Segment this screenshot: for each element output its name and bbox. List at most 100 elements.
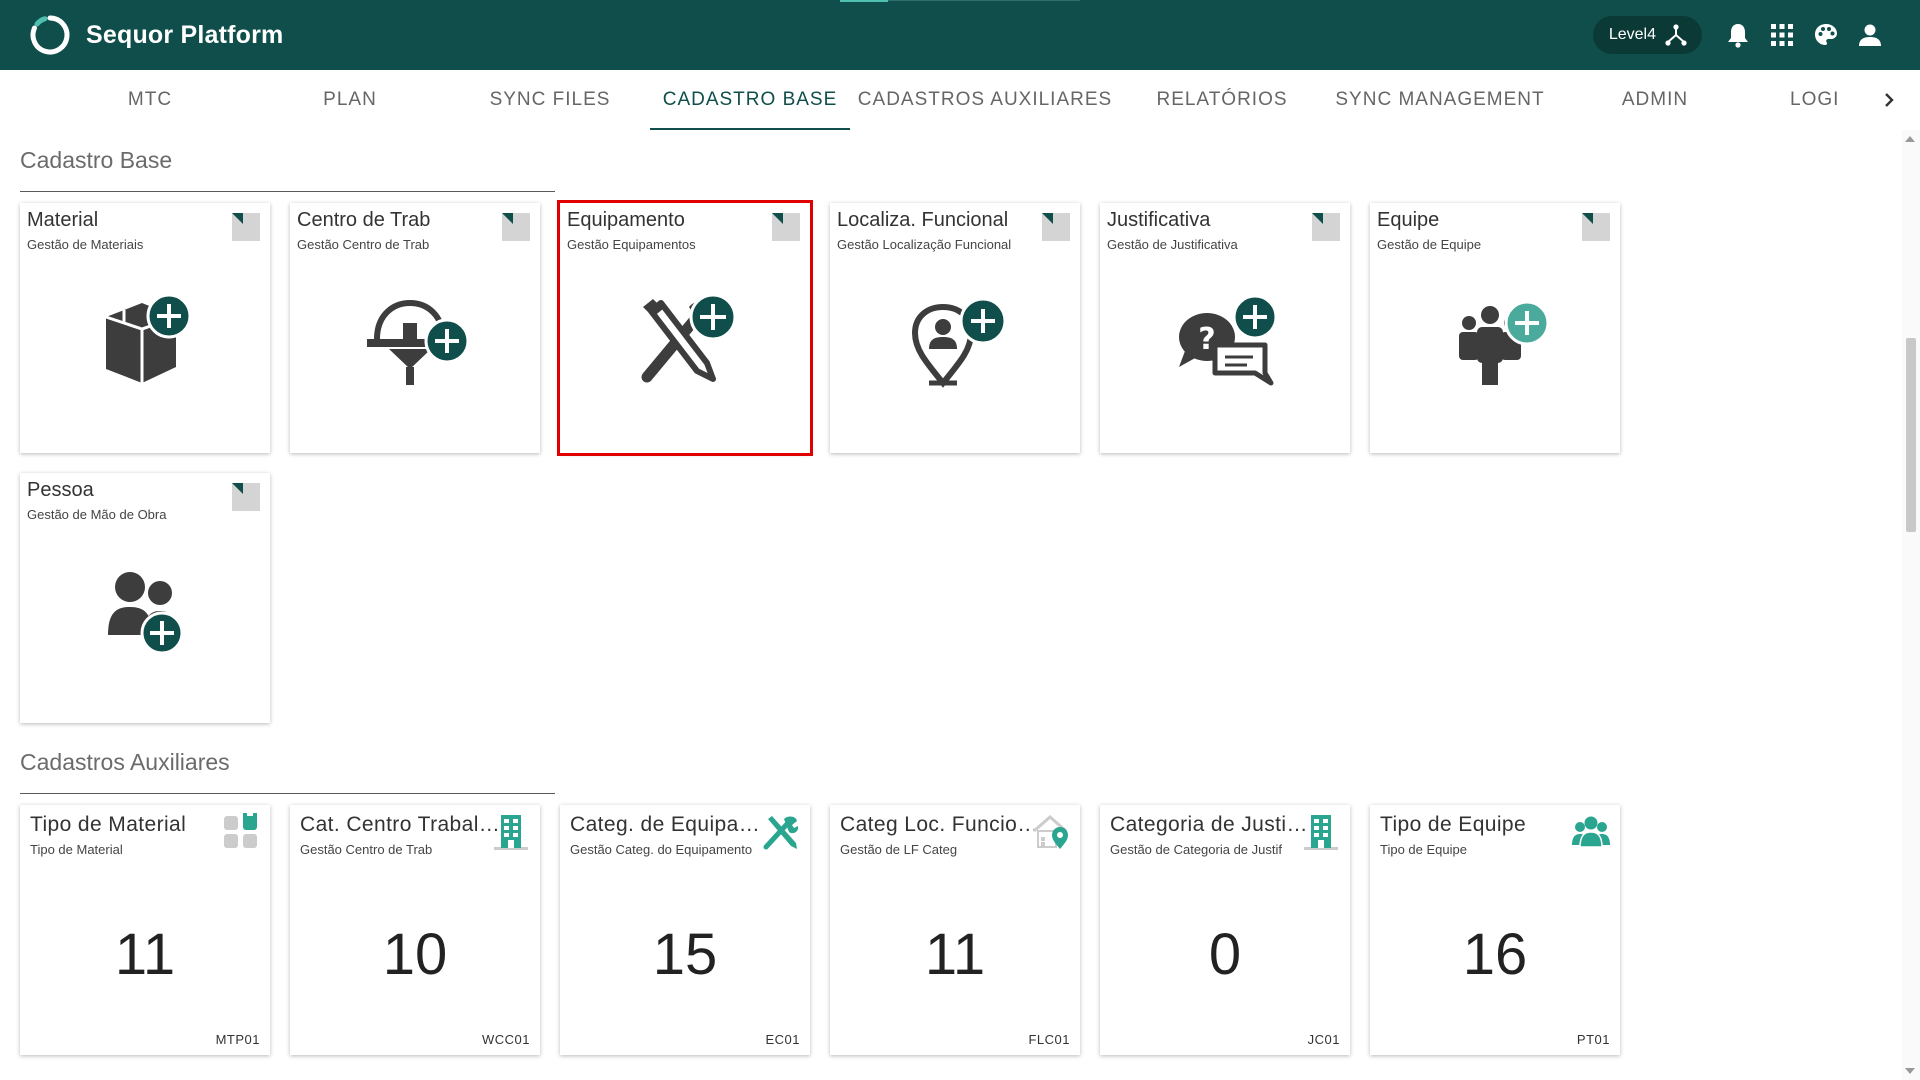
card-code: PT01 bbox=[1576, 1032, 1610, 1047]
scrollbar-thumb[interactable] bbox=[1906, 338, 1916, 532]
card-justificativa[interactable]: Justificativa Gestão de Justificativa ? bbox=[1100, 203, 1350, 453]
card-categoria-de-justificativa[interactable]: Categoria de Justificativa Gestão de Cat… bbox=[1100, 805, 1350, 1055]
tab-sync-management[interactable]: SYNC MANAGEMENT bbox=[1330, 70, 1550, 130]
card-equipe[interactable]: Equipe Gestão de Equipe bbox=[1370, 203, 1620, 453]
scroll-down-arrow-icon[interactable] bbox=[1905, 1068, 1915, 1074]
people-plus-icon bbox=[108, 572, 184, 655]
scroll-up-arrow-icon[interactable] bbox=[1905, 136, 1915, 142]
box-plus-icon bbox=[105, 293, 192, 383]
card-code: JC01 bbox=[1307, 1032, 1340, 1047]
level-label: Level4 bbox=[1608, 26, 1656, 43]
app-title: Sequor Platform bbox=[86, 20, 284, 49]
tab-sync-files[interactable]: SYNC FILES bbox=[450, 70, 650, 130]
chat-question-plus-icon: ? bbox=[1179, 294, 1278, 386]
record-count: 16 bbox=[1462, 922, 1528, 987]
header-accent-line bbox=[888, 0, 1080, 1]
card-subtitle: Gestão de Mão de Obra bbox=[27, 507, 167, 522]
grid-blocks-icon bbox=[224, 813, 257, 848]
card-menu-corner[interactable] bbox=[1042, 213, 1070, 241]
section-divider bbox=[20, 793, 555, 794]
card-title: Pessoa bbox=[27, 479, 94, 501]
card-cat-centro-trabalho[interactable]: Cat. Centro Trabalho Gestão Centro de Tr… bbox=[290, 805, 540, 1055]
record-count: 15 bbox=[652, 922, 718, 987]
building-icon bbox=[1304, 815, 1338, 850]
card-material[interactable]: Material Gestão de Materiais bbox=[20, 203, 270, 453]
card-title: Equipamento bbox=[567, 209, 685, 231]
header-actions: Level4 bbox=[1592, 0, 1892, 70]
hierarchy-icon bbox=[1665, 24, 1687, 46]
card-menu-corner[interactable] bbox=[772, 213, 800, 241]
record-count: 11 bbox=[924, 922, 986, 987]
card-code: EC01 bbox=[765, 1032, 800, 1047]
tab-cadastro-base[interactable]: CADASTRO BASE bbox=[650, 70, 850, 130]
card-title: Material bbox=[27, 209, 99, 231]
card-subtitle: Gestão Equipamentos bbox=[567, 237, 696, 252]
sequor-logo-icon bbox=[30, 15, 70, 55]
card-subtitle: Tipo de Equipe bbox=[1380, 842, 1467, 857]
card-pessoa[interactable]: Pessoa Gestão de Mão de Obra bbox=[20, 473, 270, 723]
tab-plan[interactable]: PLAN bbox=[250, 70, 450, 130]
team-plus-icon bbox=[1459, 300, 1550, 385]
card-subtitle: Tipo de Material bbox=[30, 842, 123, 857]
main-tabs: MTC PLAN SYNC FILES CADASTRO BASE CADAST… bbox=[0, 70, 1920, 130]
tab-admin[interactable]: ADMIN bbox=[1555, 70, 1755, 130]
notifications-bell-icon[interactable] bbox=[1716, 13, 1760, 57]
card-subtitle: Gestão de Materiais bbox=[27, 237, 144, 252]
card-subtitle: Gestão de Justificativa bbox=[1107, 237, 1238, 252]
tab-relatorios[interactable]: RELATÓRIOS bbox=[1122, 70, 1322, 130]
building-icon bbox=[494, 815, 528, 850]
tab-mtc[interactable]: MTC bbox=[50, 70, 250, 130]
tabs-next-button[interactable] bbox=[1874, 70, 1904, 130]
card-code: FLC01 bbox=[1028, 1032, 1070, 1047]
card-subtitle: Gestão de Equipe bbox=[1377, 237, 1482, 252]
card-subtitle: Gestão de Categoria de Justif bbox=[1110, 842, 1282, 857]
user-account-icon[interactable] bbox=[1848, 13, 1892, 57]
apps-grid-icon[interactable] bbox=[1760, 13, 1804, 57]
card-menu-corner[interactable] bbox=[232, 213, 260, 241]
card-title: Tipo de Material bbox=[30, 813, 187, 836]
section-title-cadastro-base: Cadastro Base bbox=[20, 147, 173, 173]
palette-icon[interactable] bbox=[1804, 13, 1848, 57]
section-title-cadastros-auxiliares: Cadastros Auxiliares bbox=[20, 749, 230, 775]
card-title: Localiza. Funcional bbox=[837, 209, 1009, 231]
brand[interactable]: Sequor Platform bbox=[28, 13, 283, 57]
tools-plus-icon bbox=[641, 293, 737, 383]
card-menu-corner[interactable] bbox=[1582, 213, 1610, 241]
tab-cadastros-auxiliares[interactable]: CADASTROS AUXILIARES bbox=[850, 70, 1120, 130]
hardhat-plus-icon bbox=[367, 299, 470, 385]
card-title: Cat. Centro Trabalho bbox=[300, 813, 500, 836]
card-subtitle: Gestão Centro de Trab bbox=[297, 237, 430, 252]
card-menu-corner[interactable] bbox=[1312, 213, 1340, 241]
card-menu-corner[interactable] bbox=[232, 483, 260, 511]
chevron-right-icon bbox=[1885, 93, 1894, 107]
header-accent bbox=[840, 0, 888, 2]
card-subtitle: Gestão Localização Funcional bbox=[837, 237, 1012, 252]
card-code: WCC01 bbox=[481, 1032, 530, 1047]
card-subtitle: Gestão de LF Categ bbox=[840, 842, 958, 857]
card-equipamento[interactable]: Equipamento Gestão Equipamentos bbox=[557, 200, 813, 456]
location-person-plus-icon bbox=[911, 297, 1007, 388]
card-title: Justificativa bbox=[1107, 209, 1211, 231]
app-header: Sequor Platform Level4 bbox=[0, 0, 1920, 70]
card-title: Tipo de Equipe bbox=[1380, 813, 1527, 836]
page-scrollbar[interactable] bbox=[1902, 130, 1920, 1080]
card-subtitle: Gestão Categ. do Equipamento bbox=[570, 842, 753, 857]
card-title: Categoria de Justificativa bbox=[1110, 813, 1310, 836]
card-tipo-de-equipe[interactable]: Tipo de Equipe Tipo de Equipe 16 PT01 bbox=[1370, 805, 1620, 1055]
card-localiza-funcional[interactable]: Localiza. Funcional Gestão Localização F… bbox=[830, 203, 1080, 453]
card-title: Equipe bbox=[1377, 209, 1440, 231]
card-categ-de-equipamento[interactable]: Categ. de Equipamento Gestão Categ. do E… bbox=[560, 805, 810, 1055]
tools-icon bbox=[763, 816, 799, 850]
card-categ-loc-funcional[interactable]: Categ Loc. Funcional Gestão de LF Categ … bbox=[830, 805, 1080, 1055]
card-title: Categ Loc. Funcional bbox=[840, 813, 1040, 836]
card-code: MTP01 bbox=[215, 1032, 260, 1047]
home-pin-icon bbox=[1033, 815, 1068, 849]
record-count: 0 bbox=[1208, 922, 1242, 987]
group-icon bbox=[1572, 816, 1610, 848]
card-centro-de-trab[interactable]: Centro de Trab Gestão Centro de Trab bbox=[290, 203, 540, 453]
level-selector[interactable]: Level4 bbox=[1592, 16, 1702, 54]
card-tipo-de-material[interactable]: Tipo de Material Tipo de Material 11 MTP… bbox=[20, 805, 270, 1055]
card-menu-corner[interactable] bbox=[502, 213, 530, 241]
record-count: 10 bbox=[382, 922, 448, 987]
record-count: 11 bbox=[114, 922, 176, 987]
